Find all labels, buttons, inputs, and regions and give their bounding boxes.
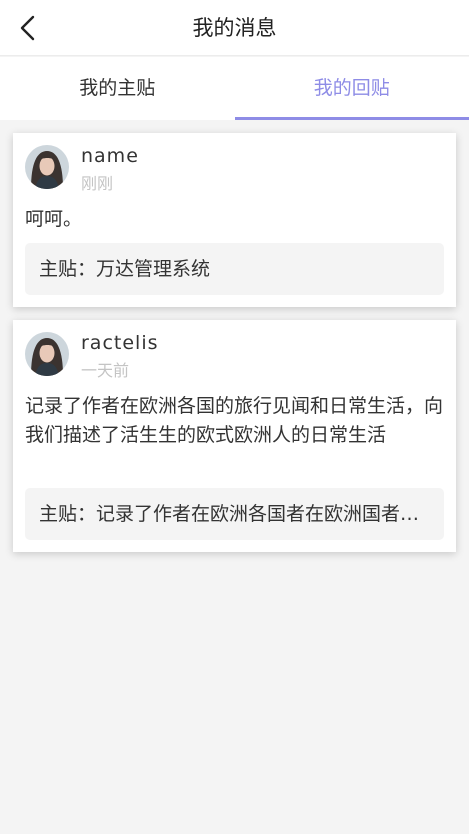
username: name <box>81 145 139 167</box>
avatar <box>25 145 69 189</box>
reply-content: 呵呵。 <box>25 208 83 230</box>
reply-content: 记录了作者在欧洲各国的旅行见闻和日常生活，向我们描述了活生生的欧式欧洲人的日常生… <box>25 395 444 446</box>
timestamp: 一天前 <box>81 361 130 380</box>
reply-card[interactable]: ractelis 一天前 记录了作者在欧洲各国的旅行见闻和日常生活，向我们描述了… <box>13 320 456 552</box>
main-post-link[interactable]: 主贴：万达管理系统 <box>25 243 444 295</box>
timestamp: 刚刚 <box>81 174 114 193</box>
tab-bar: 我的主贴 我的回贴 <box>0 57 469 120</box>
avatar <box>25 332 69 376</box>
top-bar: 我的消息 <box>0 0 469 56</box>
page-title: 我的消息 <box>192 16 277 40</box>
reply-card[interactable]: name 刚刚 呵呵。 主贴：万达管理系统 <box>13 133 456 307</box>
username: ractelis <box>81 332 159 354</box>
main-post-link[interactable]: 主贴：记录了作者在欧洲各国者在欧洲国者在欧洲 <box>25 488 444 540</box>
tab-my-posts[interactable]: 我的主贴 <box>0 57 235 120</box>
tab-my-replies[interactable]: 我的回贴 <box>234 57 469 120</box>
